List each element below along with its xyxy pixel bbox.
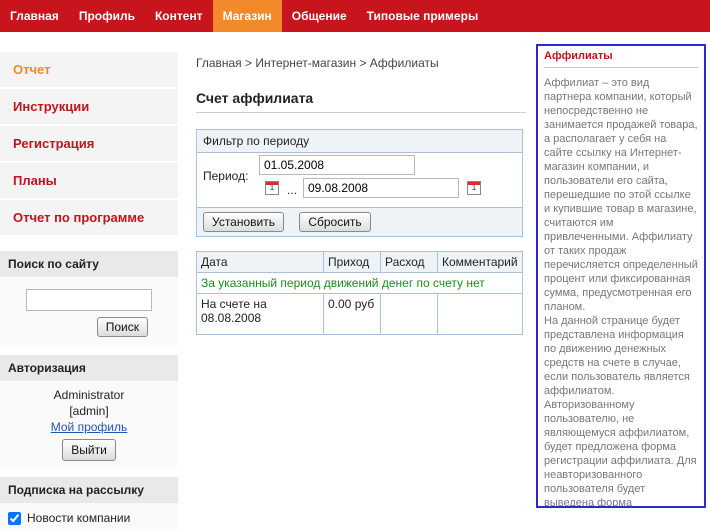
sidebar: Отчет Инструкции Регистрация Планы Отчет… <box>0 32 178 531</box>
nav-community[interactable]: Общение <box>282 0 357 32</box>
subscribe-option[interactable]: Новости компании <box>8 511 170 525</box>
breadcrumb: Главная > Интернет-магазин > Аффилиаты <box>196 56 439 70</box>
subscribe-checkbox[interactable] <box>8 511 21 525</box>
nav-content[interactable]: Контент <box>145 0 213 32</box>
auth-title: Авторизация <box>0 355 178 381</box>
filter-title: Фильтр по периоду <box>197 130 522 153</box>
col-expense: Расход <box>380 251 438 273</box>
nav-home[interactable]: Главная <box>0 0 69 32</box>
account-table: Дата Приход Расход Комментарий За указан… <box>196 251 523 335</box>
search-title: Поиск по сайту <box>0 251 178 277</box>
date-from-input[interactable] <box>259 155 415 175</box>
date-to-input[interactable] <box>303 178 459 198</box>
table-row: За указанный период движений денег по сч… <box>196 272 523 294</box>
search-box: Поиск по сайту Поиск <box>0 251 178 345</box>
sidebar-item-program-report[interactable]: Отчет по программе <box>0 200 178 237</box>
nav-shop[interactable]: Магазин <box>212 0 282 32</box>
empty-message: За указанный период движений денег по сч… <box>196 272 523 294</box>
help-box: Аффилиаты Аффилиат – это вид партнера ко… <box>536 44 706 508</box>
nav-profile[interactable]: Профиль <box>69 0 145 32</box>
search-input[interactable] <box>26 289 152 311</box>
main-content: Главная > Интернет-магазин > Аффилиаты С… <box>196 32 526 335</box>
set-button[interactable]: Установить <box>203 212 284 232</box>
top-nav: Главная Профиль Контент Магазин Общение … <box>0 0 710 32</box>
sidebar-item-report[interactable]: Отчет <box>0 52 178 89</box>
help-title: Аффилиаты <box>544 50 698 68</box>
subscribe-title: Подписка на рассылку <box>0 477 178 503</box>
col-income: Приход <box>323 251 381 273</box>
period-separator: ... <box>287 183 298 197</box>
sidebar-item-plans[interactable]: Планы <box>0 163 178 200</box>
subscribe-box: Подписка на рассылку Новости компании <box>0 477 178 531</box>
row-date: На счете на 08.08.2008 <box>196 293 324 335</box>
period-label: Период: <box>203 169 249 183</box>
sidebar-item-registration[interactable]: Регистрация <box>0 126 178 163</box>
col-date: Дата <box>196 251 324 273</box>
reset-button[interactable]: Сбросить <box>299 212 371 232</box>
date-to-calendar-icon[interactable]: 1 <box>467 181 481 195</box>
auth-login: [admin] <box>69 404 109 418</box>
sidebar-menu: Отчет Инструкции Регистрация Планы Отчет… <box>0 52 178 237</box>
search-button[interactable]: Поиск <box>96 317 148 337</box>
help-text: Аффилиат – это вид партнера компании, ко… <box>544 77 698 508</box>
row-income: 0.00 руб <box>323 293 381 335</box>
auth-username: Administrator <box>53 388 125 402</box>
page-title: Счет аффилиата <box>196 90 526 113</box>
table-header-row: Дата Приход Расход Комментарий <box>196 251 523 273</box>
subscribe-option-label: Новости компании <box>27 511 131 525</box>
logout-button[interactable]: Выйти <box>62 439 116 461</box>
table-row: На счете на 08.08.2008 0.00 руб <box>196 293 523 335</box>
auth-box: Авторизация Administrator [admin] Мой пр… <box>0 355 178 467</box>
date-from-calendar-icon[interactable]: 1 <box>265 181 279 195</box>
nav-examples[interactable]: Типовые примеры <box>357 0 489 32</box>
row-comment <box>437 293 523 335</box>
row-expense <box>380 293 438 335</box>
sidebar-item-instructions[interactable]: Инструкции <box>0 89 178 126</box>
profile-link[interactable]: Мой профиль <box>51 420 128 434</box>
period-filter: Фильтр по периоду Период: 1 ... 1 Устано… <box>196 129 523 237</box>
col-comment: Комментарий <box>437 251 523 273</box>
